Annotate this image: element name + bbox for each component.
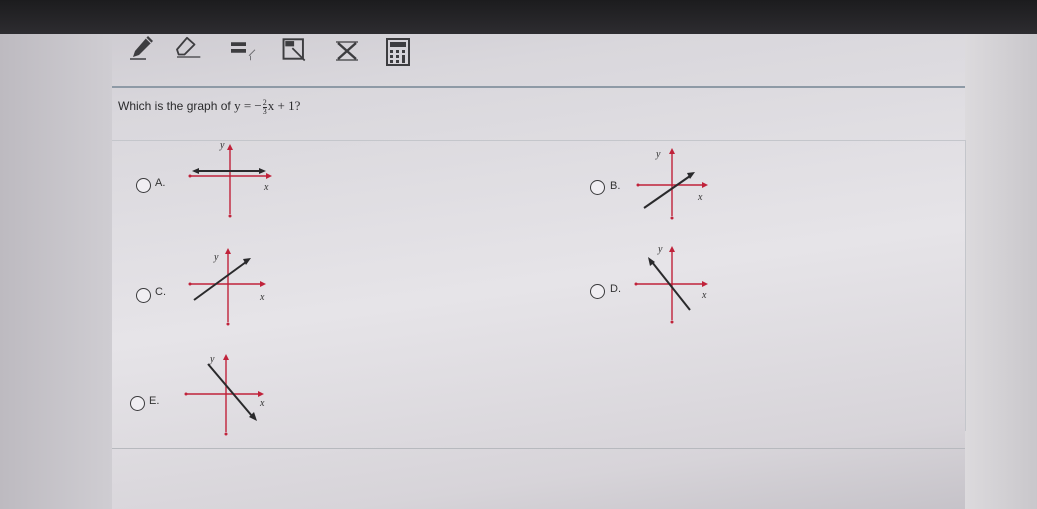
x-axis-arrow bbox=[260, 281, 266, 287]
calculator-icon[interactable] bbox=[383, 37, 413, 67]
x-axis-start bbox=[184, 392, 188, 396]
bottom-divider bbox=[112, 448, 965, 449]
y-axis-end bbox=[226, 322, 230, 326]
y-axis-label: y bbox=[657, 244, 663, 255]
eraser-icon[interactable] bbox=[172, 32, 202, 62]
question-text: Which is the graph of y = −2 3 x + 1? bbox=[118, 98, 300, 116]
graph-line bbox=[193, 261, 247, 301]
option-a-graph[interactable]: y x bbox=[186, 136, 276, 222]
x-axis-arrow bbox=[702, 182, 708, 188]
equation: y = −2 3 x + 1? bbox=[234, 97, 301, 116]
x-axis-start bbox=[188, 174, 192, 178]
option-c-radio[interactable] bbox=[136, 288, 151, 303]
question-prefix: Which is the graph of bbox=[118, 99, 235, 113]
option-b-radio[interactable] bbox=[590, 180, 605, 195]
x-axis-label: x bbox=[701, 290, 707, 301]
y-axis-label: y bbox=[213, 252, 219, 263]
graph-line bbox=[207, 363, 253, 417]
option-c-label: C. bbox=[155, 286, 166, 298]
equation-fraction: 23 bbox=[262, 97, 267, 116]
y-axis-label: y bbox=[655, 149, 661, 160]
option-a-radio[interactable] bbox=[136, 178, 151, 193]
graph-line bbox=[643, 175, 691, 209]
left-margin bbox=[0, 34, 112, 509]
line-tool-icon[interactable] bbox=[228, 34, 258, 64]
y-axis-label: y bbox=[219, 140, 225, 151]
x-axis-arrow bbox=[702, 281, 708, 287]
x-axis-start bbox=[188, 282, 192, 286]
option-b-graph[interactable]: y x bbox=[632, 140, 716, 224]
toolbar-divider bbox=[112, 86, 965, 88]
x-axis-arrow bbox=[266, 173, 272, 179]
option-d-radio[interactable] bbox=[590, 284, 605, 299]
x-axis-label: x bbox=[697, 192, 703, 203]
y-axis-end bbox=[670, 320, 674, 324]
y-axis-end bbox=[224, 432, 228, 436]
y-axis-end bbox=[228, 214, 232, 218]
x-axis-arrow bbox=[258, 391, 264, 397]
pencil-icon[interactable] bbox=[128, 32, 158, 62]
y-axis-arrow bbox=[225, 248, 231, 254]
selection-tool-icon[interactable] bbox=[280, 34, 310, 64]
y-axis-arrow bbox=[227, 144, 233, 150]
line-arrow-left bbox=[192, 168, 199, 174]
y-axis-end bbox=[670, 216, 674, 220]
y-axis-arrow bbox=[669, 246, 675, 252]
x-axis-start bbox=[634, 282, 638, 286]
y-axis-label: y bbox=[209, 354, 215, 365]
option-b-label: B. bbox=[610, 180, 621, 192]
line-arrow-right bbox=[259, 168, 266, 174]
option-e-radio[interactable] bbox=[130, 396, 145, 411]
option-c-graph[interactable]: y x bbox=[184, 242, 274, 328]
right-margin bbox=[965, 34, 1037, 509]
option-d-label: D. bbox=[610, 283, 621, 295]
option-d-graph[interactable]: y x bbox=[630, 238, 722, 330]
y-axis-arrow bbox=[223, 354, 229, 360]
x-axis-label: x bbox=[259, 292, 265, 303]
y-axis-arrow bbox=[669, 148, 675, 154]
option-e-label: E. bbox=[149, 395, 160, 407]
delete-icon[interactable] bbox=[332, 36, 362, 66]
x-axis-label: x bbox=[259, 398, 265, 409]
option-e-graph[interactable]: y x bbox=[180, 348, 272, 440]
dark-top-bar bbox=[0, 0, 1037, 34]
x-axis-label: x bbox=[263, 182, 269, 193]
x-axis-start bbox=[636, 183, 640, 187]
graph-line bbox=[651, 261, 691, 311]
option-a-label: A. bbox=[155, 177, 166, 189]
